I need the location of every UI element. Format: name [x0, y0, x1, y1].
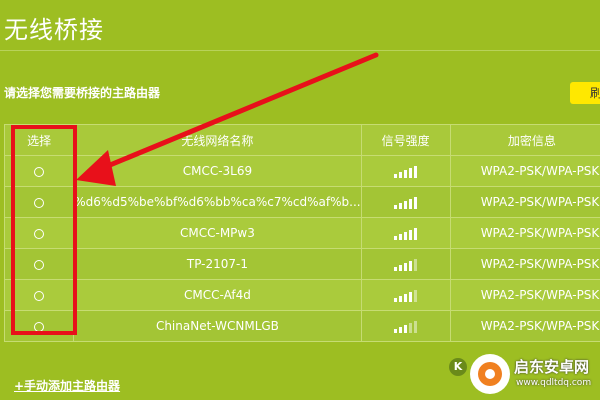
encryption-cell: WPA2-PSK/WPA-PSK: [449, 310, 600, 342]
signal-cell: [360, 155, 451, 187]
table-row[interactable]: %d6%d5%be%bf%d6%bb%ca%c7%cd%af%b... WPA2-…: [3, 186, 600, 218]
signal-cell: [360, 310, 451, 342]
table-row[interactable]: CMCC-Af4d WPA2-PSK/WPA-PSK: [3, 279, 600, 311]
header-encryption: 加密信息: [449, 124, 600, 156]
watermark: 启东安卓网 www.qdltdq.com: [470, 352, 598, 396]
table-body: CMCC-3L69 WPA2-PSK/WPA-PSK %d6%d5%be%bf%d6…: [3, 155, 600, 342]
encryption-cell: WPA2-PSK/WPA-PSK: [449, 248, 600, 280]
watermark-url: www.qdltdq.com: [516, 378, 592, 388]
page-title: 无线桥接: [4, 16, 104, 44]
signal-cell: [360, 217, 451, 249]
refresh-button[interactable]: 刷新: [570, 82, 600, 104]
encryption-cell: WPA2-PSK/WPA-PSK: [449, 279, 600, 311]
header-ssid: 无线网络名称: [73, 124, 362, 156]
watermark-logo-icon: [470, 354, 510, 394]
signal-cell: [360, 279, 451, 311]
ssid-cell: CMCC-3L69: [73, 155, 362, 187]
back-icon[interactable]: K: [449, 358, 467, 376]
table-row[interactable]: CMCC-3L69 WPA2-PSK/WPA-PSK: [3, 155, 600, 187]
instruction-text: 请选择您需要桥接的主路由器: [4, 86, 161, 100]
annotation-highlight-box: [11, 125, 77, 335]
encryption-cell: WPA2-PSK/WPA-PSK: [449, 186, 600, 218]
ssid-cell: CMCC-Af4d: [73, 279, 362, 311]
encryption-cell: WPA2-PSK/WPA-PSK: [449, 217, 600, 249]
signal-cell: [360, 186, 451, 218]
signal-strength-icon: [394, 164, 418, 179]
table-row[interactable]: CMCC-MPw3 WPA2-PSK/WPA-PSK: [3, 217, 600, 249]
ssid-cell: %d6%d5%be%bf%d6%bb%ca%c7%cd%af%b...: [73, 186, 362, 218]
encryption-cell: WPA2-PSK/WPA-PSK: [449, 155, 600, 187]
signal-strength-icon: [394, 195, 418, 210]
title-divider: [0, 50, 600, 51]
add-router-manually-link[interactable]: +手动添加主路由器: [14, 377, 120, 394]
signal-strength-icon: [394, 257, 418, 272]
table-row[interactable]: ChinaNet-WCNMLGB WPA2-PSK/WPA-PSK: [3, 310, 600, 342]
signal-cell: [360, 248, 451, 280]
signal-strength-icon: [394, 226, 418, 241]
wifi-network-table: 选择 无线网络名称 信号强度 加密信息 CMCC-3L69 WPA2-PSK/WP…: [3, 124, 600, 342]
table-header-row: 选择 无线网络名称 信号强度 加密信息: [3, 124, 600, 156]
signal-strength-icon: [394, 319, 418, 334]
signal-strength-icon: [394, 288, 418, 303]
header-signal: 信号强度: [360, 124, 451, 156]
ssid-cell: ChinaNet-WCNMLGB: [73, 310, 362, 342]
table-row[interactable]: TP-2107-1 WPA2-PSK/WPA-PSK: [3, 248, 600, 280]
ssid-cell: TP-2107-1: [73, 248, 362, 280]
ssid-cell: CMCC-MPw3: [73, 217, 362, 249]
watermark-name: 启东安卓网: [514, 358, 590, 376]
